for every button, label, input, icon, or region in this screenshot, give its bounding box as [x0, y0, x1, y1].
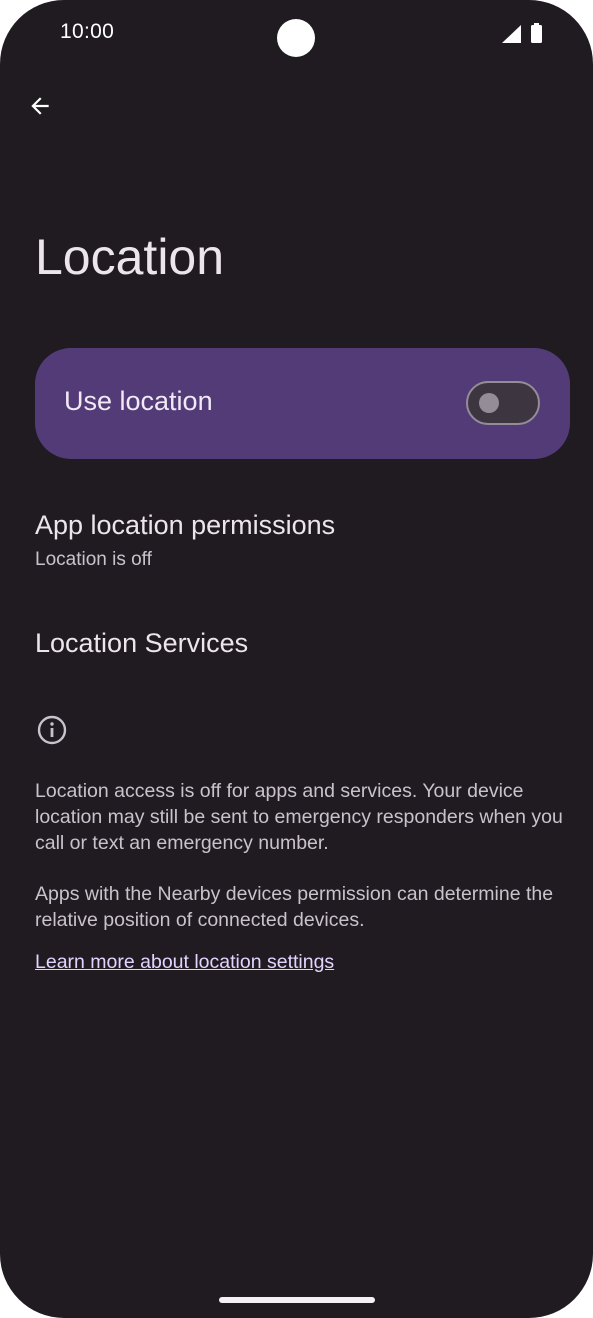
nearby-devices-description: Apps with the Nearby devices permission … — [35, 883, 554, 931]
location-off-description: Location access is off for apps and serv… — [35, 780, 563, 854]
info-icon — [37, 715, 67, 745]
use-location-toggle[interactable] — [466, 381, 540, 425]
signal-icon — [502, 25, 521, 43]
status-bar: 10:00 — [0, 0, 593, 70]
use-location-label: Use location — [64, 386, 213, 416]
phone-screen: 10:00 Location Use location App location… — [0, 0, 593, 1318]
app-location-permissions-summary: Location is off — [35, 549, 152, 570]
page-title: Location — [35, 229, 225, 285]
navigation-handle[interactable] — [219, 1297, 375, 1303]
app-location-permissions-title: App location permissions — [35, 510, 336, 540]
camera-cutout — [277, 19, 315, 57]
toggle-thumb — [479, 393, 499, 413]
arrow-back-icon — [31, 97, 49, 115]
learn-more-link[interactable]: Learn more about location settings — [35, 949, 334, 975]
app-location-permissions-item[interactable]: App location permissions Location is off — [35, 510, 570, 571]
back-button[interactable] — [18, 84, 62, 128]
battery-icon — [531, 23, 542, 43]
location-services-item[interactable]: Location Services — [35, 628, 570, 659]
location-services-title: Location Services — [35, 628, 249, 658]
use-location-row[interactable]: Use location — [35, 348, 570, 459]
status-time: 10:00 — [60, 20, 115, 43]
